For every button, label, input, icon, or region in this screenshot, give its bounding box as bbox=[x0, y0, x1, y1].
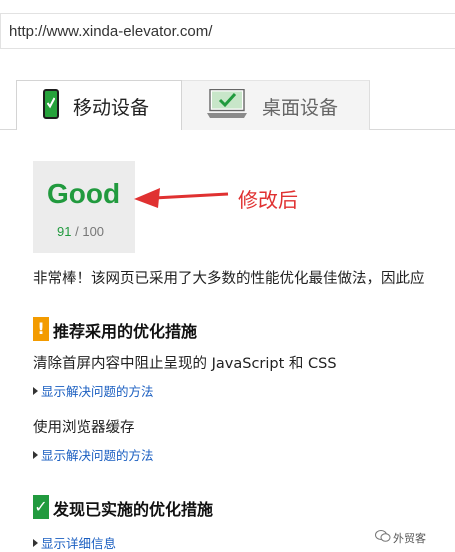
phone-check-icon bbox=[43, 89, 59, 119]
tab-desktop-label: 桌面设备 bbox=[262, 97, 339, 119]
recommended-section-title: 推荐采用的优化措施 bbox=[53, 322, 198, 341]
show-fix-link-label: 显示解决问题的方法 bbox=[41, 448, 154, 463]
watermark-text: 外贸客 bbox=[393, 532, 426, 545]
caret-right-icon bbox=[33, 451, 38, 459]
caret-right-icon bbox=[33, 539, 38, 547]
checkmark-icon: ✓ bbox=[33, 495, 49, 519]
passed-section-title: 发现已实施的优化措施 bbox=[53, 500, 214, 519]
annotation-text: 修改后 bbox=[238, 188, 298, 212]
show-fix-link[interactable]: 显示解决问题的方法 bbox=[33, 445, 154, 464]
rule-title: 使用浏览器缓存 bbox=[33, 420, 135, 436]
score-separator: / bbox=[75, 224, 79, 239]
score-rating: Good bbox=[47, 178, 121, 209]
score-box: Good 91 / 100 bbox=[33, 161, 135, 253]
tab-mobile[interactable]: 移动设备 bbox=[16, 80, 182, 130]
caret-right-icon bbox=[33, 387, 38, 395]
score-summary: 非常棒！该网页已采用了大多数的性能优化最佳做法，因此应 bbox=[33, 271, 425, 287]
warning-icon: ! bbox=[33, 317, 49, 341]
show-details-link-label: 显示详细信息 bbox=[41, 536, 117, 551]
address-bar[interactable]: http://www.xinda-elevator.com/ bbox=[0, 13, 455, 49]
show-details-link[interactable]: 显示详细信息 bbox=[33, 533, 116, 552]
wechat-logo-icon bbox=[375, 530, 391, 542]
tab-mobile-label: 移动设备 bbox=[73, 97, 150, 119]
rule-title: 清除首屏内容中阻止呈现的 JavaScript 和 CSS bbox=[33, 356, 337, 372]
monitor-check-icon bbox=[207, 89, 247, 118]
show-fix-link[interactable]: 显示解决问题的方法 bbox=[33, 381, 154, 400]
show-fix-link-label: 显示解决问题的方法 bbox=[41, 384, 154, 399]
url-text: http://www.xinda-elevator.com/ bbox=[9, 23, 213, 40]
annotation-arrow-icon bbox=[134, 188, 229, 208]
tab-desktop[interactable]: 桌面设备 bbox=[182, 80, 370, 130]
score-max: 100 bbox=[82, 224, 105, 239]
score-value: 91 / 100 bbox=[57, 224, 104, 239]
score-current: 91 bbox=[57, 224, 72, 239]
